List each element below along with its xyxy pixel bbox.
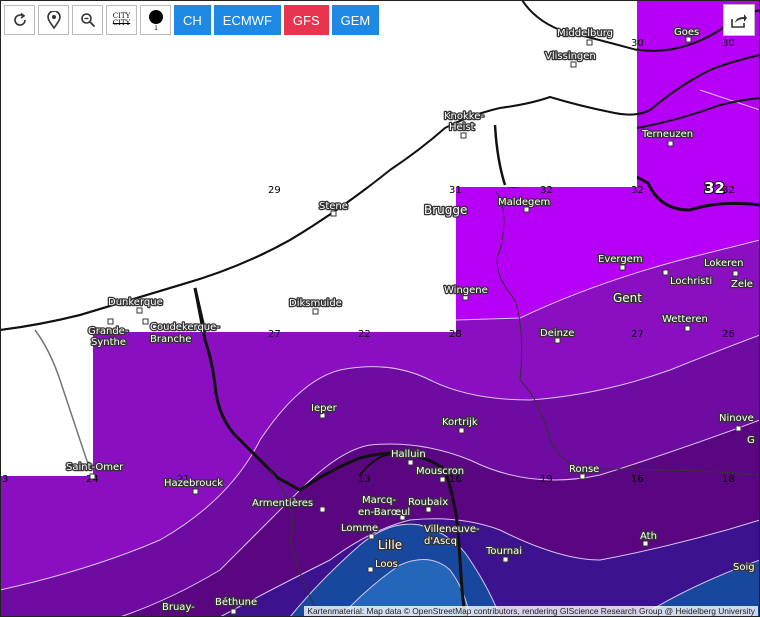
city-labels-button[interactable]: CITY CITY (106, 5, 137, 35)
city-label: Terneuzen (641, 129, 693, 140)
city-label: Mouscron (416, 466, 464, 477)
city-label: Brugge (424, 203, 467, 217)
city-label: Dunkerque (108, 297, 163, 308)
city-label: Roubaix (408, 497, 448, 508)
city-label: Marcq- (362, 495, 396, 506)
city-label: Deinze (540, 328, 574, 339)
city-label: Branche (150, 334, 191, 345)
zoom-out-icon (80, 13, 95, 28)
map-attribution: Kartenmaterial: Map data © OpenStreetMap… (304, 606, 758, 616)
city-label: Bruay- (162, 602, 195, 613)
iso-label: 22 (358, 329, 371, 340)
location-button[interactable] (38, 5, 69, 35)
weather-map[interactable]: 30 30 29 31 32 32 32 32 27 22 28 27 26 2… (0, 0, 760, 617)
iso-label: 3 (2, 474, 8, 485)
iso-label: 13 (358, 474, 371, 485)
city-label: Loos (375, 559, 398, 570)
city-label: Béthune (215, 596, 257, 608)
share-button[interactable] (723, 4, 755, 36)
iso-label: 18 (722, 474, 735, 485)
iso-label: 32 (631, 185, 644, 196)
city-label: Tournai (485, 546, 522, 557)
city-label: Villeneuve- (424, 524, 480, 535)
city-label: Coudekerque- (150, 322, 220, 333)
city-label: Lomme (341, 523, 378, 534)
dot-size-icon: 1 (148, 10, 163, 31)
city-label: en-Barœul (358, 507, 410, 518)
city-labels-icon: CITY CITY (113, 13, 130, 27)
city-label: Vlissingen (545, 51, 596, 62)
city-label: Middelburg (557, 28, 613, 39)
city-label: Knokke- (444, 111, 484, 122)
iso-label: 26 (722, 329, 735, 340)
iso-label: 27 (268, 329, 281, 340)
city-label: Grande- (88, 326, 129, 337)
city-label: Ath (640, 531, 657, 542)
location-pin-icon (46, 11, 61, 29)
iso-label: 30 (722, 38, 735, 49)
city-label: Zele (731, 279, 753, 290)
city-label: Evergem (598, 254, 643, 265)
city-label: Lokeren (704, 258, 743, 269)
iso-label: 16 (631, 474, 644, 485)
refresh-button[interactable] (4, 5, 35, 35)
city-label: Kortrijk (442, 417, 478, 428)
dot-size-button[interactable]: 1 (140, 5, 171, 35)
iso-label: 28 (449, 329, 462, 340)
iso-label: 32 (722, 185, 735, 196)
city-label: Hazebrouck (164, 478, 223, 489)
city-label: Wetteren (662, 314, 708, 325)
iso-label: 27 (631, 329, 644, 340)
city-label: Lochristi (670, 276, 712, 287)
city-label: Heist (449, 122, 475, 133)
city-label: d'Ascq (424, 536, 457, 547)
model-button-ch[interactable]: CH (174, 5, 211, 35)
city-label: Ninove (719, 413, 754, 424)
iso-label: 31 (449, 185, 462, 196)
iso-label: 29 (268, 185, 281, 196)
share-icon (731, 14, 747, 28)
city-label: Goes (674, 27, 699, 38)
city-label: Wingene (444, 285, 488, 296)
refresh-icon (13, 12, 26, 26)
city-label: Stene (319, 201, 348, 212)
dot-size-label: 1 (154, 25, 158, 31)
admin-west (34, 329, 91, 471)
iso-label: 30 (631, 38, 644, 49)
city-icon-line2: CITY (112, 19, 131, 27)
zoom-out-button[interactable] (72, 5, 103, 35)
city-label: Synthe (91, 337, 126, 348)
model-button-gfs[interactable]: GFS (283, 5, 329, 35)
iso-label: 19 (540, 474, 553, 485)
map-toolbar: CITY CITY 1 CH ECMWF GFS GEM (4, 5, 380, 35)
city-label: G (747, 435, 755, 446)
city-label: Soig (733, 562, 755, 573)
city-label: Maldegem (498, 197, 550, 208)
iso-label: 32 (540, 185, 553, 196)
city-label: Halluin (391, 449, 426, 460)
model-button-ecmwf[interactable]: ECMWF (213, 5, 281, 35)
city-label: Lille (378, 538, 402, 552)
model-button-gem[interactable]: GEM (331, 5, 380, 35)
city-label: Armentières (252, 497, 313, 509)
city-label: Ronse (569, 464, 599, 475)
city-label: Saint-Omer (66, 462, 124, 473)
city-label: Diksmuide (289, 298, 342, 309)
city-label: Gent (613, 291, 642, 305)
city-label: Ieper (311, 403, 338, 414)
